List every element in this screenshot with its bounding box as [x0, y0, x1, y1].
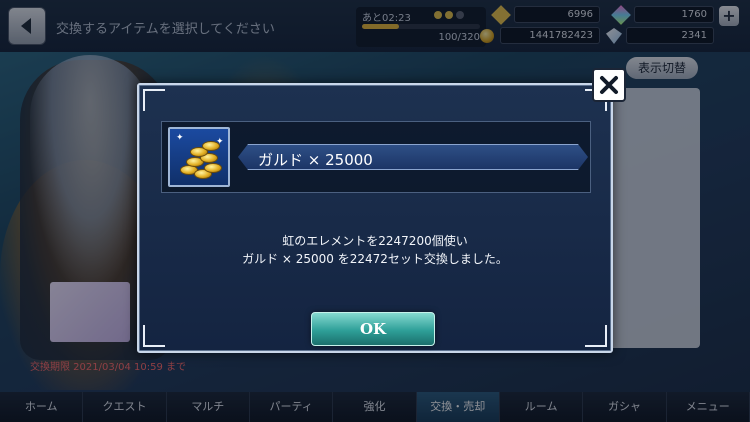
exchange-result-dialog: ✦ ✦ ガルド × 25000 虹のエレメントを2247200個使い ガルド ×…	[137, 83, 613, 353]
item-name: ガルド × 25000	[258, 151, 373, 169]
result-message-line-2: ガルド × 25000 を22472セット交換しました。	[242, 252, 508, 266]
item-panel: ✦ ✦ ガルド × 25000	[161, 121, 591, 193]
result-message: 虹のエレメントを2247200個使い ガルド × 25000 を22472セット…	[139, 232, 611, 268]
close-icon	[600, 76, 618, 94]
item-name-bar: ガルド × 25000	[238, 144, 588, 170]
close-button[interactable]	[592, 68, 626, 102]
ornament-corner	[585, 325, 607, 347]
result-message-line-1: 虹のエレメントを2247200個使い	[282, 234, 468, 248]
ornament-corner	[143, 89, 165, 111]
ornament-corner	[143, 325, 165, 347]
ok-button[interactable]: OK	[311, 312, 435, 346]
gil-coins-icon: ✦ ✦	[168, 127, 230, 187]
